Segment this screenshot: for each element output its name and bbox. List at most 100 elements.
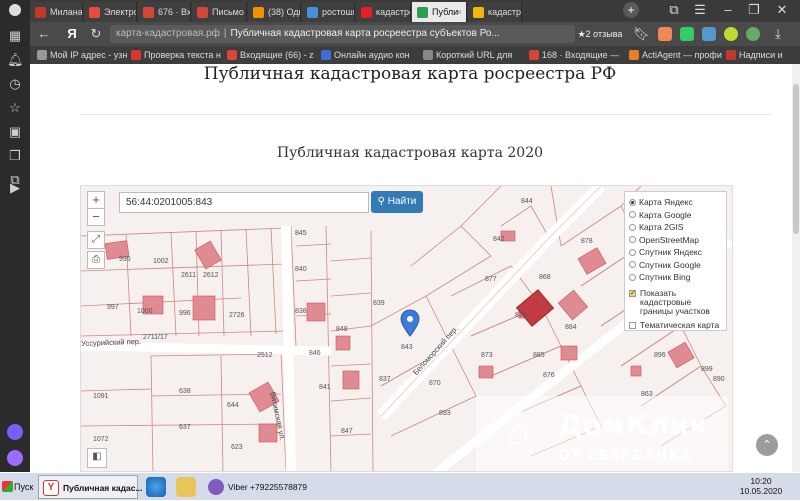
profile-icon[interactable] — [9, 4, 21, 16]
print-icon[interactable]: ⎙ — [87, 251, 105, 269]
parcel-label: 997 — [107, 304, 119, 311]
bookmark-item[interactable]: Надписи и — [725, 46, 783, 64]
page-title: Публичная кадастровая карта росреестра Р… — [203, 64, 617, 84]
cadastral-map[interactable]: 995 1002 2611 2612 997 1000 996 2726 2711/17 2512… — [80, 185, 733, 472]
parcel-label: 2512 — [257, 352, 273, 359]
radio-button[interactable] — [629, 261, 636, 269]
bookmark-item[interactable]: ActiAgent — профи — [628, 46, 722, 64]
tab-1[interactable]: Электрон — [84, 2, 137, 22]
bookmark-item[interactable]: Входящие (66) - z — [226, 46, 314, 64]
minimize-icon[interactable]: – — [720, 2, 736, 18]
scroll-to-top-button[interactable]: ⌃ — [756, 434, 778, 456]
tab-5[interactable]: ростоши — [302, 2, 355, 22]
tab-7[interactable]: Публи × — [412, 2, 467, 22]
star-icon[interactable]: ☆ — [7, 100, 23, 116]
radio-button[interactable] — [629, 273, 636, 281]
tab-favicon-icon — [473, 7, 484, 18]
layer-option[interactable]: Карта Яндекс — [629, 196, 722, 209]
parcel-label: 1072 — [93, 436, 109, 443]
parcel-label: 995 — [119, 256, 131, 263]
download-icon[interactable]: ⤓ — [770, 26, 786, 42]
maximize-icon[interactable]: ❐ — [746, 2, 762, 18]
tab-label: ростоши — [322, 7, 355, 17]
copy-icon[interactable]: ❐ — [7, 148, 23, 164]
scrollbar-thumb[interactable] — [793, 84, 799, 234]
bell-icon[interactable]: 🔔︎ — [7, 52, 24, 68]
tab-favicon-icon — [253, 7, 264, 18]
play-icon[interactable]: ▶ — [7, 180, 23, 196]
assistant-icon[interactable] — [7, 450, 23, 466]
cadastral-search-input[interactable]: 56:44:0201005:843 — [119, 192, 369, 213]
bookmark-item[interactable]: Мой IP адрес - узн — [36, 46, 127, 64]
radio-button[interactable] — [629, 248, 636, 256]
collections-icon[interactable]: ▣ — [7, 124, 23, 140]
bookmark-item[interactable]: Проверка текста н — [130, 46, 221, 64]
layer-option[interactable]: OpenStreetMap — [629, 234, 722, 247]
zoom-out-button[interactable]: − — [87, 208, 105, 226]
layer-option[interactable]: Спутник Bing — [629, 271, 722, 284]
layers-toggle-icon[interactable]: ◧ — [87, 448, 107, 468]
find-button[interactable]: ⚲ Найти — [371, 191, 423, 213]
taskbar-item-label: Viber +79225578879 — [228, 482, 308, 492]
map-checkbox-row[interactable]: Тематическая карта — [629, 320, 722, 330]
extension-3-icon[interactable] — [702, 27, 716, 41]
extension-1-icon[interactable] — [658, 27, 672, 41]
page-content: Публичная кадастровая карта росреестра Р… — [30, 64, 800, 472]
tab-3[interactable]: Письмо « — [192, 2, 247, 22]
tabs-overview-icon[interactable]: ⧉ — [666, 2, 682, 18]
tab-favicon-icon — [143, 7, 154, 18]
tab-label: 676 · Вхо — [158, 7, 191, 17]
radio-button[interactable] — [629, 236, 636, 244]
radio-button[interactable] — [629, 223, 636, 231]
page-subtitle: Публичная кадастровая карта 2020 — [276, 145, 544, 161]
alice-icon[interactable] — [7, 424, 23, 440]
yandex-browser-icon: Y — [43, 480, 59, 496]
parcel-label: 884 — [565, 324, 577, 331]
tab-4[interactable]: (38) Одн — [248, 2, 301, 22]
back-icon[interactable]: ← — [36, 26, 52, 42]
page-scrollbar[interactable] — [792, 64, 800, 472]
map-checkbox-row[interactable]: ✓ Показать кадастровые границы участков — [629, 288, 722, 316]
tab-0[interactable]: Милана Н — [30, 2, 83, 22]
taskbar-item-browser[interactable]: Y Публичная кадас... — [38, 475, 143, 499]
start-button[interactable]: Пуск — [0, 475, 33, 499]
tab-6[interactable]: кадастро — [356, 2, 411, 22]
system-tray: 10:20 10.05.2020 — [722, 473, 800, 501]
layer-option[interactable]: Карта 2GIS — [629, 221, 722, 234]
checkbox[interactable]: ✓ — [629, 289, 636, 297]
close-tab-icon[interactable]: × — [457, 2, 462, 22]
layer-option[interactable]: Карта Google — [629, 209, 722, 222]
bookmark-item[interactable]: 168 · Входящие — — [528, 46, 619, 64]
tab-2[interactable]: 676 · Вхо — [138, 2, 191, 22]
extension-4-icon[interactable] — [724, 27, 738, 41]
layer-label: Карта Яндекс — [639, 197, 693, 208]
layer-option[interactable]: Спутник Google — [629, 259, 722, 272]
radio-button[interactable] — [629, 198, 636, 206]
tab-8[interactable]: кадастро — [468, 2, 522, 22]
fullscreen-icon[interactable]: ⤢ — [87, 231, 105, 249]
zoom-in-button[interactable]: + — [87, 191, 105, 209]
tab-favicon-icon — [361, 7, 372, 18]
parcel-label: 2711/17 — [143, 334, 168, 341]
menu-icon[interactable]: ☰ — [692, 2, 708, 18]
extension-2-icon[interactable] — [680, 27, 694, 41]
new-tab-button[interactable]: + — [623, 2, 639, 18]
layer-option[interactable]: Спутник Яндекс — [629, 246, 722, 259]
bookmark-label: Короткий URL для — [436, 50, 513, 60]
bookmark-icon[interactable]: 🔖︎ — [633, 26, 650, 42]
refresh-icon[interactable]: ↻ — [88, 26, 104, 42]
ie-icon[interactable] — [146, 477, 166, 497]
yandex-logo-icon[interactable]: Я — [64, 26, 80, 42]
url-field[interactable]: карта-кадастровая.рф | Публичная кадастров… — [110, 25, 575, 43]
clock-icon[interactable]: ◷ — [7, 76, 23, 92]
grid-icon[interactable]: ▦ — [7, 28, 23, 44]
extension-5-icon[interactable] — [746, 27, 760, 41]
taskbar-item-viber[interactable]: Viber +79225578879 — [204, 475, 307, 499]
checkbox[interactable] — [629, 321, 636, 329]
reviews-badge[interactable]: ★2 отзыва — [575, 25, 625, 43]
close-window-icon[interactable]: ✕ — [774, 2, 790, 18]
explorer-icon[interactable] — [176, 477, 196, 497]
bookmark-item[interactable]: Онлайн аудио кон — [320, 46, 410, 64]
radio-button[interactable] — [629, 211, 636, 219]
bookmark-item[interactable]: Короткий URL для — [422, 46, 512, 64]
